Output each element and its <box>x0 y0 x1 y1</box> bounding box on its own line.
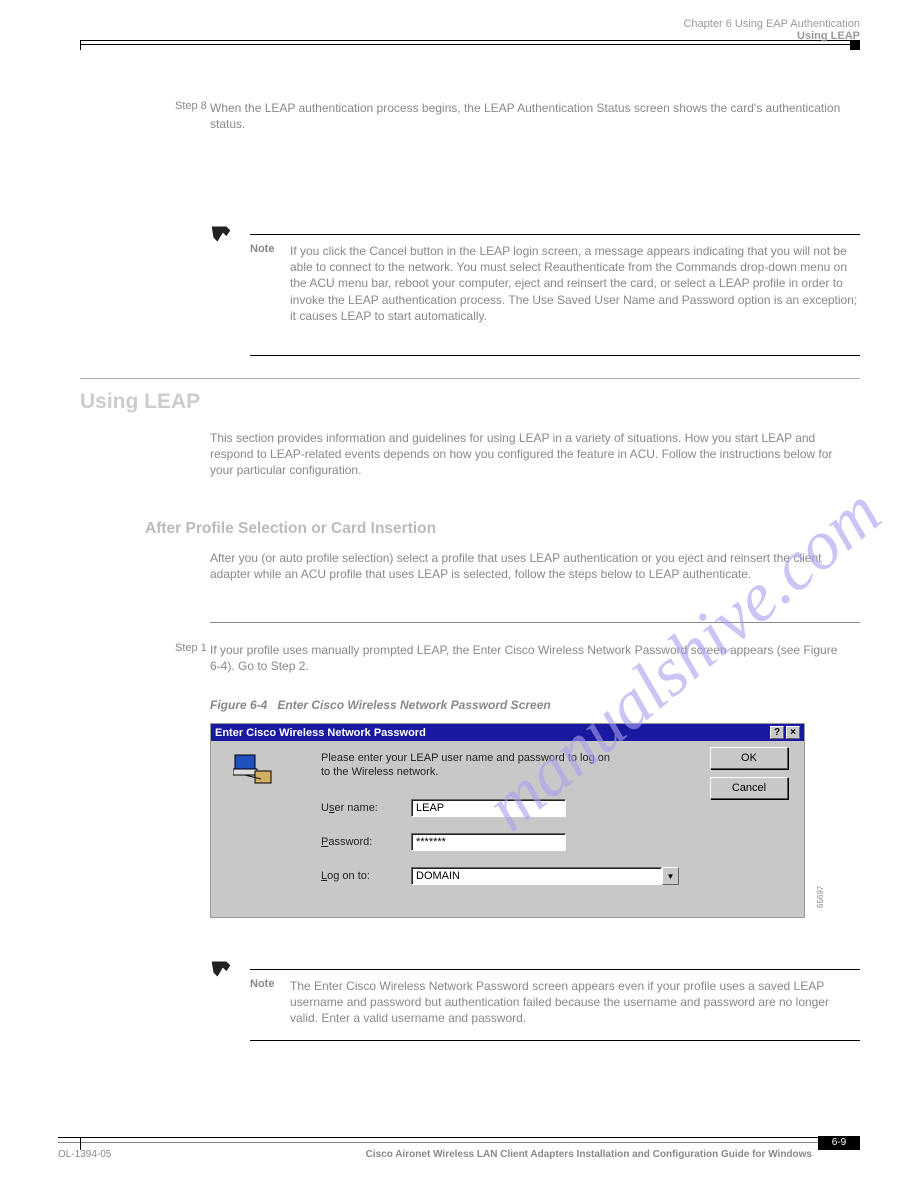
figure-id: 65697 <box>816 886 825 908</box>
footer-rule-heavy <box>58 1137 860 1139</box>
ok-button[interactable]: OK <box>710 747 788 769</box>
steps-rule <box>210 622 860 623</box>
step1-text: If your profile uses manually prompted L… <box>210 642 850 674</box>
figure-caption: Figure 6-4 Enter Cisco Wireless Network … <box>210 698 551 712</box>
logon-label: Log on to: <box>321 870 411 882</box>
header-left-tick <box>80 40 81 50</box>
step8-text: When the LEAP authentication process beg… <box>210 100 860 132</box>
h2-rule <box>80 378 860 379</box>
note2-label: Note <box>250 978 274 990</box>
note1-rule-bottom <box>250 355 860 356</box>
note1-text: If you click the Cancel button in the LE… <box>290 243 860 324</box>
note-icon <box>210 960 232 981</box>
note1-label: Note <box>250 243 274 255</box>
username-field[interactable]: LEAP <box>411 799 566 817</box>
close-button[interactable]: × <box>786 726 800 739</box>
subheading-after-profile: After Profile Selection or Card Insertio… <box>145 520 436 538</box>
step1-number: Step 1 <box>175 642 207 654</box>
footer-doc-id: OL-1394-05 <box>58 1149 111 1160</box>
note-icon <box>210 225 232 246</box>
footer-rule-light <box>58 1142 838 1143</box>
dialog-enter-password: Enter Cisco Wireless Network Password ? … <box>210 723 805 918</box>
after-profile-text: After you (or auto profile selection) se… <box>210 550 850 582</box>
logon-domain-combo[interactable]: DOMAIN ▼ <box>411 867 679 885</box>
footer-doc-title: Cisco Aironet Wireless LAN Client Adapte… <box>366 1149 812 1160</box>
note2-rule-bottom <box>250 1040 860 1041</box>
header-chapter: Chapter 6 Using EAP Authentication <box>683 18 860 30</box>
help-button[interactable]: ? <box>770 726 784 739</box>
using-leap-intro: This section provides information and gu… <box>210 430 850 479</box>
network-auth-icon <box>233 751 273 787</box>
dialog-titlebar: Enter Cisco Wireless Network Password ? … <box>211 724 804 741</box>
footer-page-number: 6-9 <box>818 1136 860 1150</box>
dialog-title: Enter Cisco Wireless Network Password <box>215 727 426 739</box>
header-rule <box>80 40 860 45</box>
password-field[interactable]: ******* <box>411 833 566 851</box>
username-label: User name: <box>321 802 411 814</box>
password-label: Password: <box>321 836 411 848</box>
note2-text: The Enter Cisco Wireless Network Passwor… <box>290 978 860 1027</box>
header-section: Using LEAP <box>797 30 860 42</box>
dialog-prompt: Please enter your LEAP user name and pas… <box>321 751 621 780</box>
note2-rule-top <box>250 969 860 970</box>
note1-rule-top <box>250 234 860 235</box>
step8-number: Step 8 <box>175 100 207 112</box>
cancel-button[interactable]: Cancel <box>710 777 788 799</box>
chevron-down-icon[interactable]: ▼ <box>662 867 679 885</box>
section-heading-using-leap: Using LEAP <box>80 390 200 414</box>
